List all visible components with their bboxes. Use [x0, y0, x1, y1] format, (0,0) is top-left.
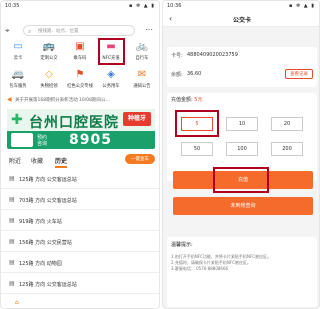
list-item-text: 703路 方向 公交客运总站 [19, 198, 77, 204]
balance-value: 36.60 [187, 71, 202, 77]
highlight-recharge [213, 167, 269, 193]
amount-option-10[interactable]: 10 [226, 117, 258, 131]
bicycle-icon: 🚲 [135, 41, 149, 52]
grid-item-red-bus[interactable]: ⚑ 红色公交专线 [67, 67, 93, 93]
route-icon: ▤ [9, 259, 15, 266]
card-info: 卡号: 4880409020023759 余额: 36.60 查看记录 [167, 47, 317, 87]
grid-item-ride-code[interactable]: ▣ 乘车码 [67, 39, 93, 65]
list-item[interactable]: ▤ 919路 方向 火车站 [1, 211, 159, 231]
left-screen: 10:35 ▪ ✻ ▲ ▮ ⌖ ⌕ 搜线路、站点、位置 ⋯ ▭ 云卡 🚌 定制公… [0, 0, 160, 309]
grid-item-charter[interactable]: 🚐 包车服务 [5, 67, 31, 93]
route-icon: ▤ [9, 280, 15, 287]
notice-text: 关于开展第168期积分表彰活动 10/08期间公... [15, 98, 110, 103]
amount-option-200[interactable]: 200 [271, 142, 303, 156]
tab-nearby[interactable]: 附近 [9, 156, 21, 165]
list-item-text: 125路 方向 公交客运总站 [19, 177, 77, 183]
grid-item-lost-found[interactable]: ◇ 失物招领 [36, 67, 62, 93]
grid-item-bicycle[interactable]: 🚲 自行车 [129, 39, 155, 65]
grid-label: 失物招领 [40, 84, 58, 89]
status-time: 10:36 [167, 3, 182, 9]
lost-found-icon: ◇ [45, 69, 53, 80]
route-icon: ▤ [9, 217, 15, 224]
bus-icon: 🚌 [42, 41, 56, 52]
grid-item-cloud-card[interactable]: ▭ 云卡 [5, 39, 31, 65]
banner-tag: 种植牙 [123, 112, 151, 126]
card-number: 4880409020023759 [187, 52, 238, 58]
status-icons: ▪ ✻ ▲ ▮ [129, 3, 155, 9]
status-icons: ▪ ✻ ▲ ▮ [289, 3, 315, 9]
amount-option-100[interactable]: 100 [226, 142, 258, 156]
banner-name: 台州口腔医院 [29, 115, 119, 131]
highlight-option-5 [175, 110, 219, 137]
car-icon: ◈ [107, 69, 115, 80]
amount-option-20[interactable]: 20 [271, 117, 303, 131]
location-icon[interactable]: ⌖ [5, 26, 10, 36]
mail-icon: ✉ [137, 69, 147, 80]
banner-phone: 8905 7777 [69, 132, 112, 149]
list-item[interactable]: ▤ 703路 方向 公交客运总站 [1, 190, 159, 210]
card-number-label: 卡号: [171, 53, 183, 59]
grid-item-official-car[interactable]: ◈ 公务用车 [98, 67, 124, 93]
bottom-nav: ⌂ [1, 298, 159, 308]
list-item-text: 156路 方向 公交民营站 [19, 240, 72, 246]
amount-label-text: 充值金额: [171, 97, 193, 103]
top-bar: ‹ 公交卡 [163, 11, 319, 27]
list-item[interactable]: ▤ 125路 方向 动物园 [1, 253, 159, 273]
grid-label: 通知公告 [133, 84, 151, 89]
speaker-icon: ◀ [7, 96, 12, 103]
route-icon: ▤ [9, 196, 15, 203]
route-icon: ▤ [9, 238, 15, 245]
tip-item: 3.客服电话： 0576-88808666 [171, 266, 229, 271]
grid-label: 定制公交 [40, 56, 58, 61]
page-title: 公交卡 [232, 17, 251, 24]
more-icon[interactable]: ⋯ [145, 25, 153, 34]
list-item[interactable]: ▤ 125路 方向 公交客运总站 [1, 274, 159, 294]
list-item-text: 125路 方向 公交客运总站 [19, 282, 77, 288]
right-screen: 10:36 ▪ ✻ ▲ ▮ ‹ 公交卡 卡号: 4880409020023759… [162, 0, 320, 309]
cloud-card-icon: ▭ [13, 41, 23, 52]
highlight-nfc [98, 38, 125, 65]
list-item-text: 919路 方向 火车站 [19, 219, 62, 225]
route-tabs: 附近 收藏 历史 一键查车 [7, 154, 157, 168]
banner-photo [11, 133, 33, 147]
amount-label: 充值金额: 5元 [171, 96, 202, 103]
qr-code-icon: ▣ [75, 41, 85, 52]
notice-bar[interactable]: ◀ 关于开展第168期积分表彰活动 10/08期间公... [5, 95, 157, 105]
hospital-cross-icon: ✚ [11, 112, 23, 128]
list-item[interactable]: ▤ 125路 方向 公交客运总站 [1, 169, 159, 189]
grid-label: 包车服务 [9, 84, 27, 89]
grid-item-custom-bus[interactable]: 🚌 定制公交 [36, 39, 62, 65]
search-input[interactable]: ⌕ 搜线路、站点、位置 [23, 25, 135, 36]
balance-label: 余额: [171, 72, 183, 78]
tips-panel: 温馨提示: 1.由打开手机NFC功能，并将卡片紧贴手机NFC感应区。 2.充值时… [167, 237, 317, 307]
search-icon: ⌕ [28, 28, 32, 35]
tab-favorites[interactable]: 收藏 [31, 156, 43, 165]
grid-label: 红色公交专线 [67, 84, 93, 89]
view-records-button[interactable]: 查看记录 [285, 69, 313, 79]
ad-banner[interactable]: ✚ 台州口腔医院 种植牙 预约 咨询 8905 7777 [7, 109, 155, 149]
grid-label: 云卡 [13, 56, 23, 61]
home-icon[interactable]: ⌂ [15, 299, 19, 306]
status-bar: 10:35 ▪ ✻ ▲ ▮ [1, 1, 159, 12]
grid-label: 乘车码 [73, 56, 87, 61]
list-item[interactable]: ▤ 156路 方向 公交民营站 [1, 232, 159, 252]
flag-icon: ⚑ [75, 69, 85, 80]
quick-search-button[interactable]: 一键查车 [125, 154, 155, 164]
list-item-text: 125路 方向 动物园 [19, 261, 62, 267]
grid-label: 自行车 [135, 56, 149, 61]
tab-history[interactable]: 历史 [55, 156, 68, 168]
grid-item-notice[interactable]: ✉ 通知公告 [129, 67, 155, 93]
amount-value: 5元 [194, 97, 203, 103]
amount-option-50[interactable]: 50 [181, 142, 213, 156]
grid-label: 公务用车 [102, 84, 120, 89]
van-icon: 🚐 [11, 69, 25, 80]
pending-query-button[interactable]: 未到账查询 [173, 197, 313, 215]
tips-title: 温馨提示: [171, 242, 193, 248]
status-time: 10:35 [5, 3, 20, 9]
banner-sub: 预约 咨询 [37, 135, 48, 147]
route-icon: ▤ [9, 175, 15, 182]
search-placeholder: 搜线路、站点、位置 [38, 29, 79, 34]
